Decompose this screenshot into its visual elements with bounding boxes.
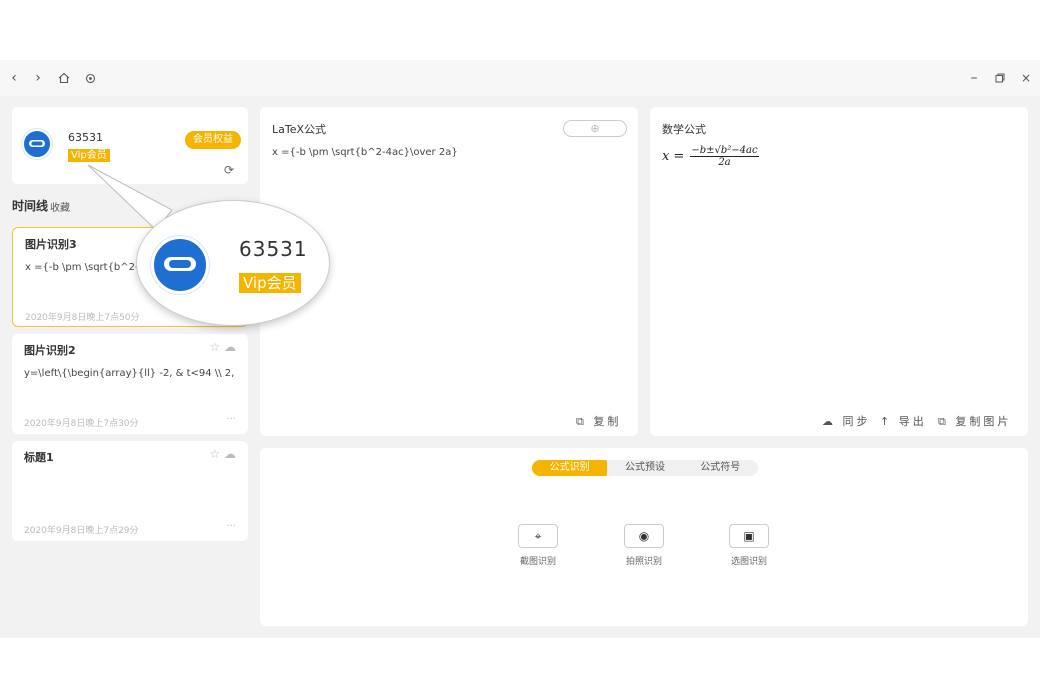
math-panel: 数学公式 x = −b±√b²−4ac 2a ☁ 同步 ↑ 导出 ⧉ 复制图片 — [650, 107, 1028, 436]
timeline-item[interactable]: 标题1 ☆ ☁ 2020年9月8日晚上7点29分 ··· — [12, 441, 248, 541]
tab-formula-presets[interactable]: 公式预设 — [607, 460, 682, 476]
more-icon[interactable]: ··· — [226, 521, 236, 532]
rendered-formula: x = −b±√b²−4ac 2a — [662, 145, 759, 168]
callout-vip-badge: Vip会员 — [239, 273, 301, 293]
image-icon: ▣ — [729, 524, 769, 548]
screenshot-recognition-button[interactable]: ⌖ 截图识别 — [518, 524, 558, 567]
app-window: ‹ › – × 63531 Vip会员 会员权益 ⟳ 时间线 收藏 图片识别3 … — [0, 60, 1040, 638]
copy-image-button[interactable]: ⧉ 复制图片 — [938, 413, 1011, 429]
star-icon[interactable]: ☆ — [209, 447, 220, 461]
arrow-up-icon: ↑ — [880, 415, 893, 428]
avatar-enlarged — [151, 236, 209, 294]
more-icon[interactable]: ··· — [226, 414, 236, 425]
tab-formula-symbols[interactable]: 公式符号 — [683, 460, 758, 476]
timeline-item-date: 2020年9月8日晚上7点29分 — [24, 526, 139, 536]
copy-button[interactable]: ⧉ 复制 — [576, 413, 621, 429]
formula-denominator: 2a — [718, 157, 731, 168]
photo-recognition-button[interactable]: ◉ 拍照识别 — [624, 524, 664, 567]
copy-icon: ⧉ — [576, 415, 587, 428]
crop-icon: ⌖ — [518, 524, 558, 548]
export-button[interactable]: ↑ 导出 — [880, 413, 927, 429]
timeline-item-title: 标题1 — [24, 451, 54, 464]
callout-username: 63531 — [239, 237, 308, 261]
formula-numerator: −b±√b²−4ac — [690, 145, 759, 157]
math-panel-title: 数学公式 — [662, 123, 706, 136]
camera-icon: ◉ — [624, 524, 664, 548]
copy-icon: ⧉ — [938, 415, 949, 428]
callout-pointer — [87, 164, 173, 231]
tab-formula-recognition[interactable]: 公式识别 — [532, 460, 608, 476]
timeline-item-text: y=\left\{\begin{array}{ll} -2, & t<94 \\… — [24, 368, 236, 379]
image-recognition-button[interactable]: ▣ 选图识别 — [729, 524, 769, 567]
cloud-icon: ☁ — [822, 415, 836, 428]
cloud-icon[interactable]: ☁ — [224, 447, 236, 461]
recognition-tabs: 公式识别 公式预设 公式符号 — [532, 460, 758, 476]
sync-button[interactable]: ☁ 同步 — [822, 413, 871, 429]
minimize-icon[interactable]: – — [964, 68, 984, 88]
zoom-callout: 63531 Vip会员 — [136, 200, 330, 326]
add-button[interactable]: ⊕ — [563, 120, 627, 137]
close-icon[interactable]: × — [1016, 68, 1036, 88]
restore-icon[interactable] — [990, 68, 1010, 88]
timeline-item-date: 2020年9月8日晚上7点30分 — [24, 419, 139, 429]
recognition-panel: 公式识别 公式预设 公式符号 ⌖ 截图识别 ◉ 拍照识别 ▣ 选图识别 — [260, 448, 1028, 626]
